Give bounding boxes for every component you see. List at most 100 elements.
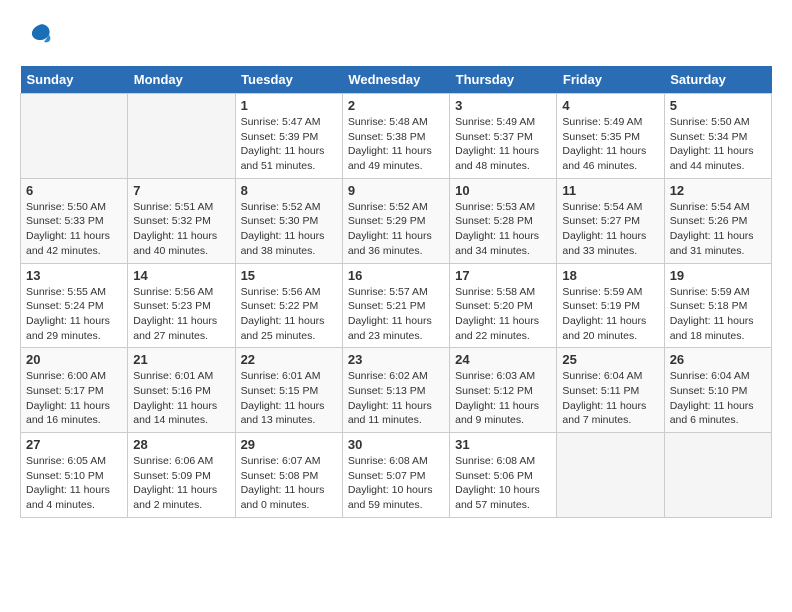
day-number: 28 [133,437,229,452]
calendar-cell: 17 Sunrise: 5:58 AM Sunset: 5:20 PM Dayli… [450,263,557,348]
calendar-cell: 21 Sunrise: 6:01 AM Sunset: 5:16 PM Dayli… [128,348,235,433]
calendar-cell: 18 Sunrise: 5:59 AM Sunset: 5:19 PM Dayli… [557,263,664,348]
day-number: 29 [241,437,337,452]
calendar-cell: 20Sunrise: 6:00 AM Sunset: 5:17 PM Dayli… [21,348,128,433]
day-info: Sunrise: 6:01 AM Sunset: 5:16 PM Dayligh… [133,369,229,428]
calendar-cell: 2 Sunrise: 5:48 AM Sunset: 5:38 PM Daylig… [342,94,449,179]
day-number: 16 [348,268,444,283]
day-number: 12 [670,183,766,198]
day-info: Sunrise: 5:59 AM Sunset: 5:19 PM Dayligh… [562,285,658,344]
day-number: 5 [670,98,766,113]
day-info: Sunrise: 6:07 AM Sunset: 5:08 PM Dayligh… [241,454,337,513]
day-info: Sunrise: 5:54 AM Sunset: 5:26 PM Dayligh… [670,200,766,259]
calendar-cell: 1 Sunrise: 5:47 AM Sunset: 5:39 PM Daylig… [235,94,342,179]
calendar-cell: 4Sunrise: 5:49 AM Sunset: 5:35 PM Daylig… [557,94,664,179]
calendar-cell: 7Sunrise: 5:51 AM Sunset: 5:32 PM Daylig… [128,178,235,263]
calendar-cell: 27 Sunrise: 6:05 AM Sunset: 5:10 PM Dayli… [21,433,128,518]
day-info: Sunrise: 5:48 AM Sunset: 5:38 PM Dayligh… [348,115,444,174]
calendar-cell [128,94,235,179]
calendar-cell: 10Sunrise: 5:53 AM Sunset: 5:28 PM Dayli… [450,178,557,263]
day-number: 8 [241,183,337,198]
day-info: Sunrise: 5:55 AM Sunset: 5:24 PM Dayligh… [26,285,122,344]
day-number: 24 [455,352,551,367]
day-info: Sunrise: 5:49 AM Sunset: 5:37 PM Dayligh… [455,115,551,174]
day-info: Sunrise: 6:02 AM Sunset: 5:13 PM Dayligh… [348,369,444,428]
logo [20,20,54,56]
day-number: 11 [562,183,658,198]
week-row-2: 6 Sunrise: 5:50 AM Sunset: 5:33 PM Daylig… [21,178,772,263]
header-cell-monday: Monday [128,66,235,94]
bird-icon [24,20,54,56]
calendar-cell: 13 Sunrise: 5:55 AM Sunset: 5:24 PM Dayli… [21,263,128,348]
day-number: 22 [241,352,337,367]
day-number: 30 [348,437,444,452]
day-info: Sunrise: 6:04 AM Sunset: 5:11 PM Dayligh… [562,369,658,428]
calendar-cell: 22 Sunrise: 6:01 AM Sunset: 5:15 PM Dayli… [235,348,342,433]
calendar-cell [664,433,771,518]
header-cell-friday: Friday [557,66,664,94]
day-number: 6 [26,183,122,198]
calendar-cell: 24Sunrise: 6:03 AM Sunset: 5:12 PM Dayli… [450,348,557,433]
day-number: 21 [133,352,229,367]
calendar-cell: 25 Sunrise: 6:04 AM Sunset: 5:11 PM Dayli… [557,348,664,433]
day-info: Sunrise: 5:47 AM Sunset: 5:39 PM Dayligh… [241,115,337,174]
header-cell-sunday: Sunday [21,66,128,94]
day-number: 2 [348,98,444,113]
calendar-cell: 14 Sunrise: 5:56 AM Sunset: 5:23 PM Dayli… [128,263,235,348]
calendar-cell: 9 Sunrise: 5:52 AM Sunset: 5:29 PM Daylig… [342,178,449,263]
day-info: Sunrise: 6:05 AM Sunset: 5:10 PM Dayligh… [26,454,122,513]
day-info: Sunrise: 5:59 AM Sunset: 5:18 PM Dayligh… [670,285,766,344]
day-number: 7 [133,183,229,198]
calendar-cell: 31Sunrise: 6:08 AM Sunset: 5:06 PM Dayli… [450,433,557,518]
day-info: Sunrise: 6:08 AM Sunset: 5:07 PM Dayligh… [348,454,444,513]
day-number: 23 [348,352,444,367]
calendar-cell: 6 Sunrise: 5:50 AM Sunset: 5:33 PM Daylig… [21,178,128,263]
calendar-cell: 15 Sunrise: 5:56 AM Sunset: 5:22 PM Dayli… [235,263,342,348]
day-number: 18 [562,268,658,283]
day-info: Sunrise: 6:04 AM Sunset: 5:10 PM Dayligh… [670,369,766,428]
calendar-cell: 3 Sunrise: 5:49 AM Sunset: 5:37 PM Daylig… [450,94,557,179]
day-info: Sunrise: 5:50 AM Sunset: 5:34 PM Dayligh… [670,115,766,174]
day-number: 9 [348,183,444,198]
day-info: Sunrise: 6:08 AM Sunset: 5:06 PM Dayligh… [455,454,551,513]
day-info: Sunrise: 5:57 AM Sunset: 5:21 PM Dayligh… [348,285,444,344]
week-row-3: 13 Sunrise: 5:55 AM Sunset: 5:24 PM Dayli… [21,263,772,348]
day-info: Sunrise: 6:06 AM Sunset: 5:09 PM Dayligh… [133,454,229,513]
calendar-cell: 8 Sunrise: 5:52 AM Sunset: 5:30 PM Daylig… [235,178,342,263]
day-info: Sunrise: 5:56 AM Sunset: 5:22 PM Dayligh… [241,285,337,344]
day-info: Sunrise: 6:00 AM Sunset: 5:17 PM Dayligh… [26,369,122,428]
calendar-cell: 16 Sunrise: 5:57 AM Sunset: 5:21 PM Dayli… [342,263,449,348]
week-row-4: 20Sunrise: 6:00 AM Sunset: 5:17 PM Dayli… [21,348,772,433]
day-number: 15 [241,268,337,283]
calendar-table: SundayMondayTuesdayWednesdayThursdayFrid… [20,66,772,518]
day-info: Sunrise: 6:01 AM Sunset: 5:15 PM Dayligh… [241,369,337,428]
header-cell-thursday: Thursday [450,66,557,94]
header-row: SundayMondayTuesdayWednesdayThursdayFrid… [21,66,772,94]
calendar-cell: 29 Sunrise: 6:07 AM Sunset: 5:08 PM Dayli… [235,433,342,518]
day-info: Sunrise: 5:54 AM Sunset: 5:27 PM Dayligh… [562,200,658,259]
day-info: Sunrise: 5:50 AM Sunset: 5:33 PM Dayligh… [26,200,122,259]
day-number: 19 [670,268,766,283]
header-cell-tuesday: Tuesday [235,66,342,94]
day-number: 3 [455,98,551,113]
header [20,20,772,56]
day-number: 27 [26,437,122,452]
calendar-cell: 19 Sunrise: 5:59 AM Sunset: 5:18 PM Dayli… [664,263,771,348]
day-number: 13 [26,268,122,283]
week-row-5: 27 Sunrise: 6:05 AM Sunset: 5:10 PM Dayli… [21,433,772,518]
day-number: 1 [241,98,337,113]
header-cell-wednesday: Wednesday [342,66,449,94]
calendar-cell: 5 Sunrise: 5:50 AM Sunset: 5:34 PM Daylig… [664,94,771,179]
calendar-cell: 28 Sunrise: 6:06 AM Sunset: 5:09 PM Dayli… [128,433,235,518]
calendar-cell: 26Sunrise: 6:04 AM Sunset: 5:10 PM Dayli… [664,348,771,433]
day-number: 17 [455,268,551,283]
day-info: Sunrise: 5:52 AM Sunset: 5:30 PM Dayligh… [241,200,337,259]
day-info: Sunrise: 5:49 AM Sunset: 5:35 PM Dayligh… [562,115,658,174]
day-number: 25 [562,352,658,367]
day-info: Sunrise: 5:56 AM Sunset: 5:23 PM Dayligh… [133,285,229,344]
day-info: Sunrise: 5:58 AM Sunset: 5:20 PM Dayligh… [455,285,551,344]
week-row-1: 1 Sunrise: 5:47 AM Sunset: 5:39 PM Daylig… [21,94,772,179]
day-info: Sunrise: 5:53 AM Sunset: 5:28 PM Dayligh… [455,200,551,259]
day-info: Sunrise: 5:52 AM Sunset: 5:29 PM Dayligh… [348,200,444,259]
day-number: 14 [133,268,229,283]
